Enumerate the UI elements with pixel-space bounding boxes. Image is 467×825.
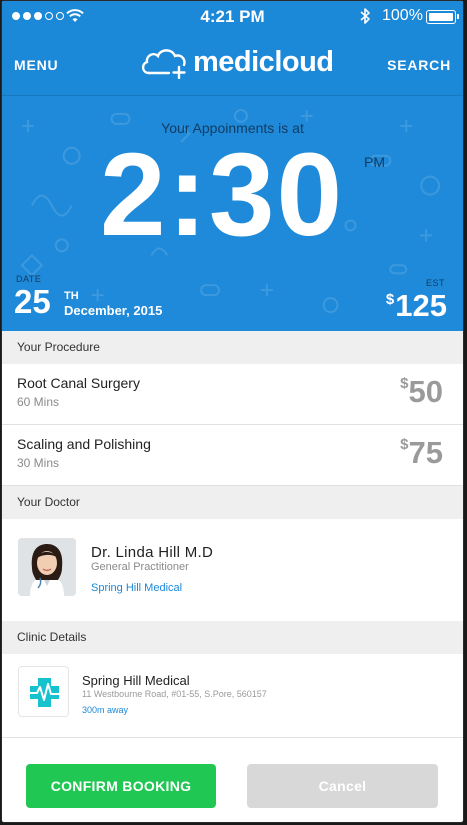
battery-icon <box>426 10 459 24</box>
doctor-heading: Your Doctor <box>2 486 463 519</box>
procedure-heading: Your Procedure <box>2 331 463 364</box>
procedure-duration: 30 Mins <box>17 456 60 470</box>
doctor-clinic-link[interactable]: Spring Hill Medical <box>91 582 182 594</box>
procedure-currency: $ <box>400 375 409 392</box>
estimate-amount: 125 <box>395 288 447 323</box>
cloud-plus-icon <box>141 49 186 79</box>
appointment-hero: Your Appoinments is at 2:30 PM DATE 25 T… <box>2 95 463 331</box>
procedure-amount: 75 <box>408 435 443 470</box>
status-bar: 4:21 PM 100% <box>2 1 463 33</box>
doctor-avatar <box>18 538 76 596</box>
appointment-day-suffix: TH <box>64 290 79 302</box>
doctor-card[interactable]: Dr. Linda Hill M.D General Practitioner … <box>2 519 463 621</box>
app-screen: 4:21 PM 100% MENU medicloud SEARCH Your … <box>1 0 464 823</box>
cancel-button[interactable]: Cancel <box>247 764 438 808</box>
appointment-day: 25 <box>14 283 51 320</box>
procedure-item[interactable]: Root Canal Surgery 60 Mins $50 <box>2 364 463 425</box>
search-button[interactable]: SEARCH <box>387 57 451 73</box>
procedure-amount: 50 <box>408 374 443 409</box>
app-logo: medicloud <box>139 45 334 79</box>
procedure-price: $50 <box>400 376 443 407</box>
clinic-distance: 300m away <box>82 705 129 715</box>
confirm-booking-button[interactable]: CONFIRM BOOKING <box>26 764 216 808</box>
doctor-name: Dr. Linda Hill M.D <box>91 544 214 561</box>
clinic-name: Spring Hill Medical <box>82 673 190 688</box>
procedure-name: Root Canal Surgery <box>17 375 140 391</box>
estimate-label: EST <box>425 278 445 288</box>
logo-wordmark: medicloud <box>193 45 334 78</box>
appointment-month-year: December, 2015 <box>64 303 163 318</box>
clinic-address: 11 Westbourne Road, #01-55, S.Pore, 5601… <box>82 689 267 699</box>
nav-bar: MENU medicloud SEARCH <box>2 33 463 95</box>
appointment-time: 2:30 <box>100 129 345 261</box>
estimate-price: $125 <box>386 290 447 321</box>
procedure-price: $75 <box>400 437 443 468</box>
clinic-logo <box>18 666 69 717</box>
clinic-heading: Clinic Details <box>2 621 463 654</box>
estimate-currency: $ <box>385 291 395 308</box>
menu-button[interactable]: MENU <box>14 57 58 73</box>
appointment-ampm: PM <box>364 154 385 170</box>
doctor-role: General Practitioner <box>91 561 189 573</box>
procedure-duration: 60 Mins <box>17 395 60 409</box>
bluetooth-icon <box>360 8 370 24</box>
procedure-currency: $ <box>400 436 409 453</box>
procedure-name: Scaling and Polishing <box>17 436 151 452</box>
medical-cross-icon <box>28 678 61 707</box>
procedure-item[interactable]: Scaling and Polishing 30 Mins $75 <box>2 425 463 486</box>
clinic-card[interactable]: Spring Hill Medical 11 Westbourne Road, … <box>2 654 463 738</box>
battery-percent: 100% <box>382 7 423 24</box>
